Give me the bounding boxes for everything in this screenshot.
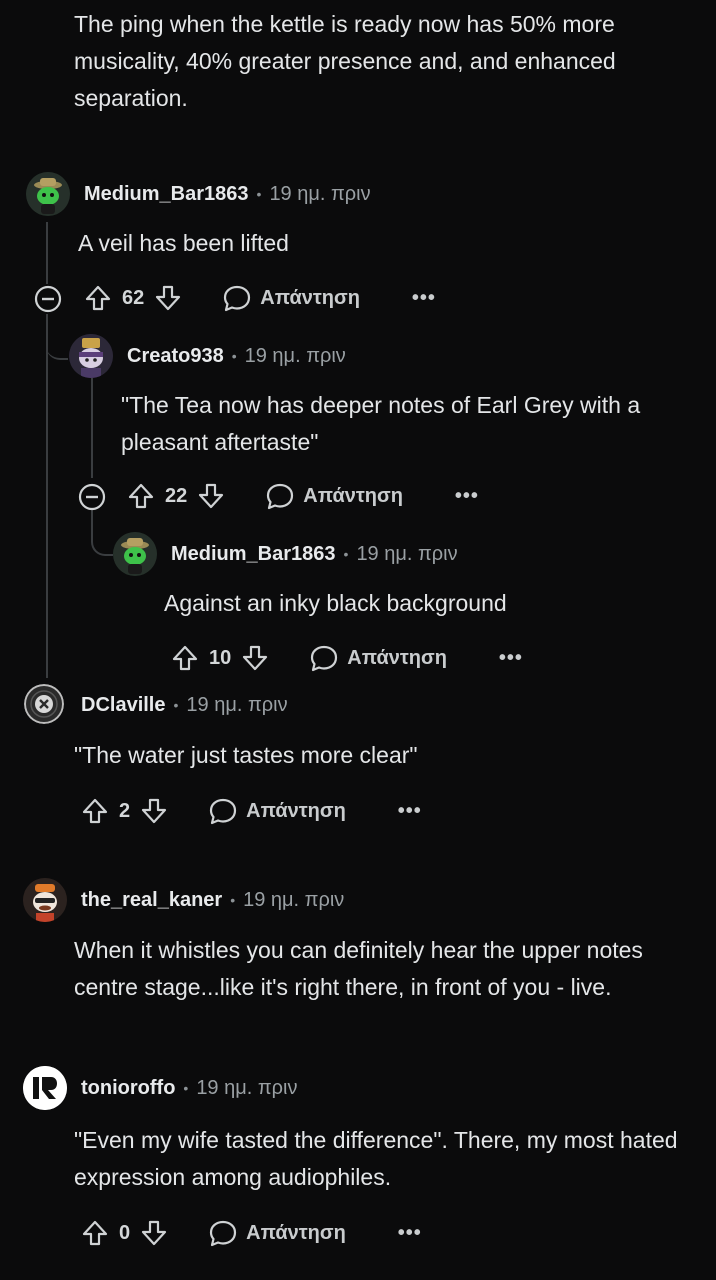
timestamp: 19 ημ. πριν <box>244 344 346 367</box>
arrow-up-icon[interactable] <box>84 284 112 312</box>
avatar[interactable] <box>113 532 157 576</box>
username[interactable]: Creato938 <box>127 345 224 368</box>
reply-label: Απάντηση <box>260 286 360 309</box>
snoo-avatar-icon <box>113 532 157 576</box>
separator-dot: • <box>183 1080 189 1096</box>
comment-meta: tonioroffo • 19 ημ. πριν <box>81 1074 298 1102</box>
snoo-avatar-icon <box>23 878 67 922</box>
arrow-down-icon[interactable] <box>241 644 269 672</box>
minus-circle-icon[interactable] <box>34 285 62 313</box>
comment-actions: 0 Απάντηση ••• <box>81 1217 422 1249</box>
snoo-avatar-icon <box>26 172 70 216</box>
more-dots-icon[interactable]: ••• <box>412 287 436 310</box>
comment-meta: DClaville • 19 ημ. πριν <box>81 691 288 719</box>
avatar[interactable] <box>24 684 64 724</box>
thread-connector <box>46 314 68 360</box>
username[interactable]: the_real_kaner <box>81 889 222 912</box>
vote-count: 62 <box>122 286 145 309</box>
arrow-up-icon[interactable] <box>127 482 155 510</box>
reply-label: Απάντηση <box>303 484 403 507</box>
username[interactable]: tonioroffo <box>81 1077 175 1100</box>
more-dots-icon[interactable]: ••• <box>455 485 479 508</box>
reply-label: Απάντηση <box>246 1221 346 1244</box>
comment-actions: 2 Απάντηση ••• <box>81 795 422 827</box>
vote-count: 0 <box>119 1221 131 1244</box>
username[interactable]: Medium_Bar1863 <box>84 183 249 206</box>
timestamp: 19 ημ. πριν <box>269 182 371 205</box>
reply-button[interactable]: Απάντηση <box>208 1218 346 1248</box>
comment-actions: 22 Απάντηση ••• <box>127 480 479 512</box>
username[interactable]: Medium_Bar1863 <box>171 543 336 566</box>
arrow-down-icon[interactable] <box>140 797 168 825</box>
more-dots-icon[interactable]: ••• <box>398 800 422 823</box>
comment-body: The ping when the kettle is ready now ha… <box>74 11 616 111</box>
separator-dot: • <box>173 697 179 713</box>
minus-circle-icon[interactable] <box>78 483 106 511</box>
timestamp: 19 ημ. πριν <box>196 1076 298 1099</box>
avatar[interactable] <box>23 878 67 922</box>
comment-actions: 10 Απάντηση ••• <box>171 642 523 674</box>
thread-connector <box>91 510 113 556</box>
arrow-down-icon[interactable] <box>140 1219 168 1247</box>
speech-bubble-icon <box>267 483 294 510</box>
timestamp: 19 ημ. πριν <box>356 542 458 565</box>
vote-count: 10 <box>209 646 232 669</box>
more-dots-icon[interactable]: ••• <box>499 647 523 670</box>
avatar[interactable] <box>23 1066 67 1110</box>
reply-button[interactable]: Απάντηση <box>222 283 360 313</box>
more-dots-icon[interactable]: ••• <box>398 1222 422 1245</box>
speech-bubble-icon <box>224 285 251 312</box>
timestamp: 19 ημ. πριν <box>186 693 288 716</box>
comment-meta: Creato938 • 19 ημ. πριν <box>127 342 346 370</box>
avatar[interactable] <box>69 334 113 378</box>
arrow-down-icon[interactable] <box>197 482 225 510</box>
separator-dot: • <box>230 892 236 908</box>
comment-body: "The water just tastes more clear" <box>74 742 418 768</box>
reply-button[interactable]: Απάντηση <box>208 796 346 826</box>
comment-meta: Medium_Bar1863 • 19 ημ. πριν <box>84 180 371 208</box>
arrow-down-icon[interactable] <box>154 284 182 312</box>
username[interactable]: DClaville <box>81 694 165 717</box>
reply-button[interactable]: Απάντηση <box>265 481 403 511</box>
avatar[interactable] <box>26 172 70 216</box>
vote-count: 22 <box>165 484 188 507</box>
reply-button[interactable]: Απάντηση <box>309 643 447 673</box>
separator-dot: • <box>231 348 237 364</box>
thread-line[interactable] <box>46 314 48 678</box>
speech-bubble-icon <box>311 645 338 672</box>
speech-bubble-icon <box>210 798 237 825</box>
vote-count: 2 <box>119 799 131 822</box>
arrow-up-icon[interactable] <box>81 1219 109 1247</box>
reply-label: Απάντηση <box>347 646 447 669</box>
thread-line[interactable] <box>91 378 93 478</box>
arrow-up-icon[interactable] <box>81 797 109 825</box>
record-avatar-icon <box>24 684 64 724</box>
comment-meta: the_real_kaner • 19 ημ. πριν <box>81 886 344 914</box>
timestamp: 19 ημ. πριν <box>243 888 345 911</box>
thread-line[interactable] <box>46 222 48 284</box>
comment-body: A veil has been lifted <box>78 230 289 256</box>
comment-body: When it whistles you can definitely hear… <box>74 937 643 1000</box>
arrow-up-icon[interactable] <box>171 644 199 672</box>
separator-dot: • <box>343 546 349 562</box>
separator-dot: • <box>256 186 262 202</box>
comment-body: "Even my wife tasted the difference". Th… <box>74 1127 678 1190</box>
logo-avatar-icon <box>23 1066 67 1110</box>
comment-meta: Medium_Bar1863 • 19 ημ. πριν <box>171 540 458 568</box>
speech-bubble-icon <box>210 1220 237 1247</box>
reply-label: Απάντηση <box>246 799 346 822</box>
comment-body: Against an inky black background <box>164 590 507 616</box>
comment-body: "The Tea now has deeper notes of Earl Gr… <box>121 392 641 455</box>
snoo-avatar-icon <box>69 334 113 378</box>
comment-actions: 62 Απάντηση ••• <box>84 282 436 314</box>
